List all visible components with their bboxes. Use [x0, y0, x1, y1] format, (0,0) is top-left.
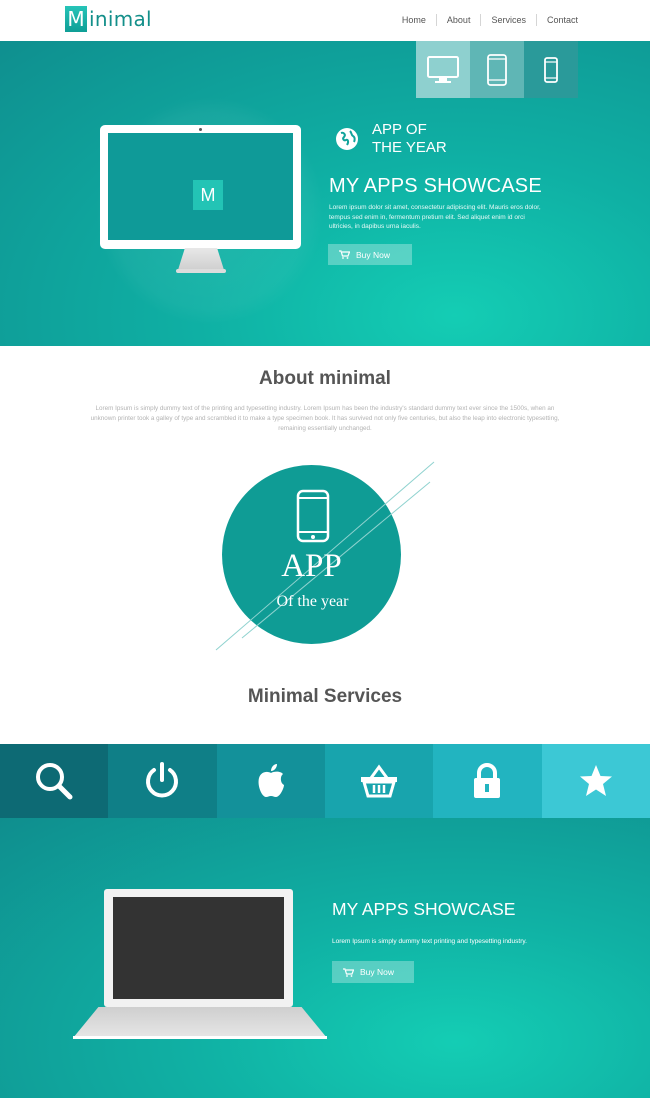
tablet-tab[interactable]: [470, 41, 524, 98]
nav-home[interactable]: Home: [392, 14, 437, 26]
service-apple[interactable]: [216, 744, 325, 818]
hero-title: MY APPS SHOWCASE: [329, 175, 542, 197]
nav-services[interactable]: Services: [481, 14, 537, 26]
service-power[interactable]: [108, 744, 217, 818]
hero-section: M APP OF THE YEAR MY APPS SHOWCASE Lorem…: [0, 41, 650, 346]
device-tabs: [416, 41, 578, 98]
logo-text: inimal: [89, 7, 152, 31]
showcase-buy-now-label: Buy Now: [360, 967, 395, 977]
showcase-buy-now-button[interactable]: Buy Now: [332, 961, 414, 983]
services-icon-strip: [0, 744, 650, 818]
laptop-screen: [113, 897, 284, 999]
desktop-icon: [427, 55, 459, 83]
desktop-tab[interactable]: [416, 41, 470, 98]
app-of-year-badge: APP OF THE YEAR: [372, 121, 447, 157]
hero-description: Lorem ipsum dolor sit amet, consectetur …: [329, 204, 541, 230]
nav-about[interactable]: About: [437, 14, 482, 26]
service-search[interactable]: [0, 744, 109, 818]
phone-tab[interactable]: [524, 41, 578, 98]
cart-icon: [339, 250, 350, 259]
laptop-illustration: [104, 889, 293, 1007]
service-basket[interactable]: [324, 744, 434, 818]
hero-buy-now-button[interactable]: Buy Now: [328, 244, 412, 265]
main-nav: Home About Services Contact: [392, 14, 578, 26]
service-lock[interactable]: [433, 744, 542, 818]
about-title: About minimal: [259, 368, 391, 389]
service-star[interactable]: [541, 744, 650, 818]
apple-icon: [258, 764, 284, 797]
cart-icon: [343, 967, 354, 977]
showcase-description: Lorem Ipsum is simply dummy text printin…: [332, 938, 527, 945]
circle-app-title: APP: [281, 548, 342, 584]
laptop-base: [73, 1007, 327, 1038]
badge-line-2: THE YEAR: [372, 139, 447, 156]
monitor-stand: [178, 248, 224, 270]
basket-icon: [361, 764, 398, 798]
smartphone-icon: [296, 489, 330, 543]
logo[interactable]: M inimal: [65, 6, 152, 32]
logo-mark: M: [65, 6, 87, 32]
monitor-camera: [199, 128, 202, 131]
star-icon: [579, 765, 612, 796]
monitor-logo: M: [193, 180, 223, 210]
services-title: Minimal Services: [247, 686, 403, 707]
badge-line-1: APP OF: [372, 121, 427, 138]
monitor-base: [176, 269, 226, 273]
site-header: M inimal Home About Services Contact: [0, 0, 650, 41]
laptop-lip: [73, 1036, 327, 1039]
about-description: Lorem Ipsum is simply dummy text of the …: [90, 405, 560, 432]
showcase-title: MY APPS SHOWCASE: [332, 899, 516, 919]
nav-contact[interactable]: Contact: [537, 14, 578, 26]
globe-icon: [336, 128, 358, 150]
hero-buy-now-label: Buy Now: [356, 249, 391, 260]
monitor-screen: M: [108, 133, 293, 240]
showcase-section: MY APPS SHOWCASE Lorem Ipsum is simply d…: [0, 818, 650, 1098]
power-icon: [146, 762, 179, 798]
circle-app-subtitle: Of the year: [276, 593, 349, 610]
phone-icon: [544, 56, 558, 83]
monitor-illustration: M: [100, 125, 301, 249]
lock-icon: [474, 763, 501, 798]
tablet-icon: [487, 53, 507, 86]
search-icon: [36, 763, 73, 800]
